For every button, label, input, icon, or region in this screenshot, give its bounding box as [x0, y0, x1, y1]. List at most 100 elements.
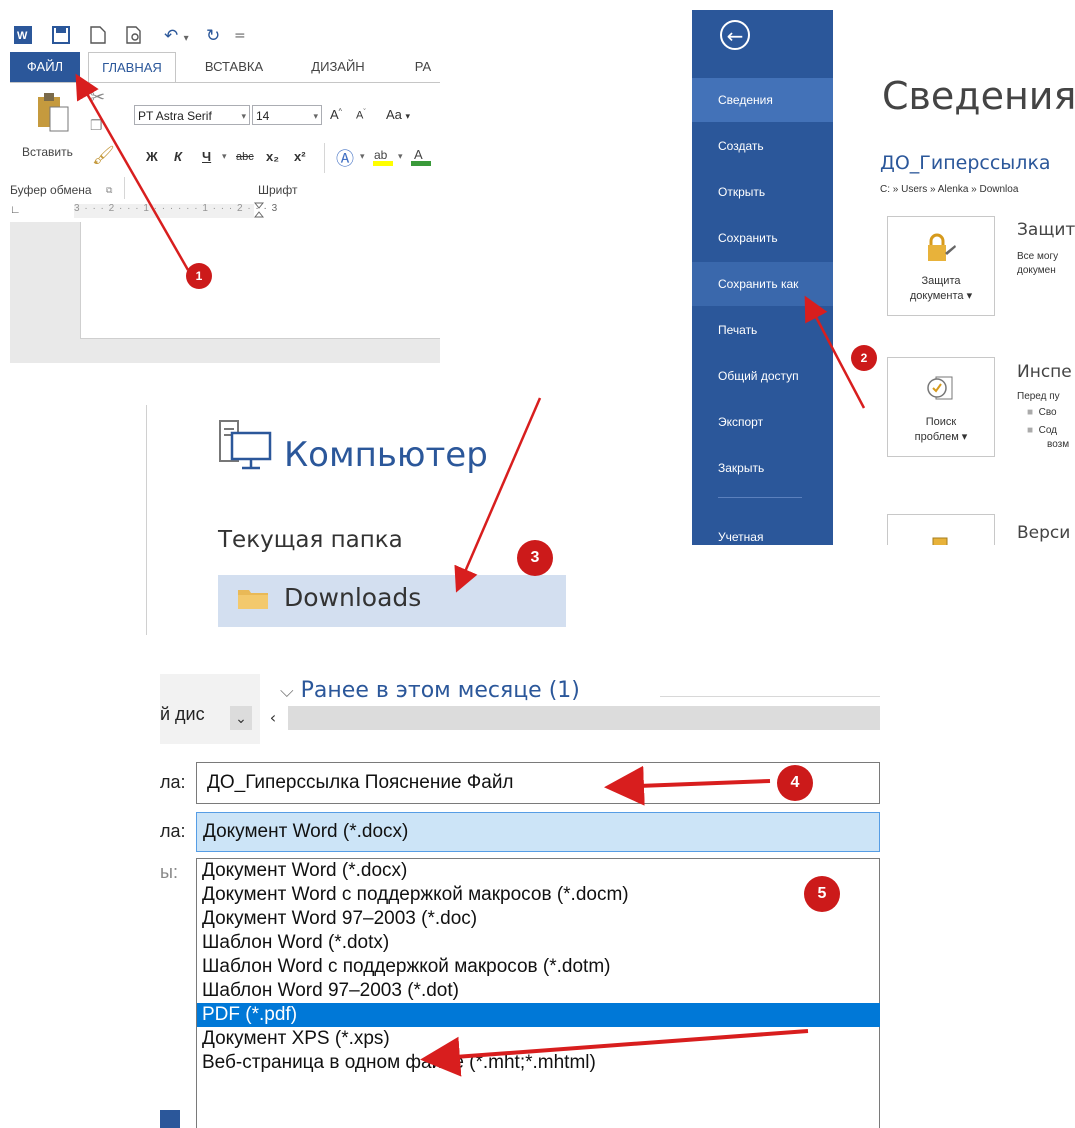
- highlight-dropdown-icon[interactable]: ▾: [398, 151, 403, 162]
- grow-font-icon[interactable]: A^: [330, 107, 342, 122]
- sidebar-item-export[interactable]: Экспорт: [692, 400, 833, 444]
- italic-button[interactable]: К: [174, 149, 182, 164]
- cut-icon[interactable]: ✂: [90, 87, 105, 108]
- sidebar-item-info[interactable]: Сведения: [692, 78, 833, 122]
- computer-icon: [218, 417, 274, 473]
- shrink-font-icon[interactable]: Aˇ: [356, 109, 366, 122]
- sidebar-item-save-as[interactable]: Сохранить как: [692, 262, 833, 306]
- page-title: Сведения: [882, 74, 1075, 118]
- tab-layout[interactable]: РА: [406, 52, 440, 82]
- change-case-button[interactable]: Aa ▾: [386, 107, 410, 122]
- back-arrow-icon[interactable]: ←: [720, 20, 750, 50]
- strikethrough-button[interactable]: abc: [236, 151, 254, 163]
- underline-dropdown-icon[interactable]: ▾: [222, 151, 227, 162]
- document-path[interactable]: C: » Users » Alenka » Downloa: [880, 184, 1018, 195]
- text-effects-dropdown-icon[interactable]: ▾: [360, 151, 365, 162]
- subscript-button[interactable]: x₂: [266, 149, 279, 164]
- font-group-label: Шрифт: [258, 183, 298, 197]
- inspect-bullet-1: ■ Сво: [1027, 407, 1057, 418]
- versions-button[interactable]: [887, 514, 995, 545]
- indent-marker-icon[interactable]: [253, 202, 265, 218]
- check-issues-button[interactable]: Поиск проблем ▾: [887, 357, 995, 457]
- sidebar-item-print[interactable]: Печать: [692, 308, 833, 352]
- tab-home[interactable]: ГЛАВНАЯ: [88, 52, 176, 83]
- document-page[interactable]: [80, 222, 440, 339]
- backstage-panel: ← Сведения Создать Открыть Сохранить Сох…: [692, 10, 1075, 545]
- step-badge-1: 1: [186, 263, 212, 289]
- file-group-header[interactable]: ⌵ Ранее в этом месяце (1): [280, 678, 580, 703]
- font-name-select[interactable]: PT Astra Serif ▾: [134, 105, 250, 125]
- option-dotx[interactable]: Шаблон Word (*.dotx): [197, 931, 880, 955]
- new-document-icon[interactable]: [90, 26, 106, 49]
- superscript-button[interactable]: x²: [294, 149, 306, 164]
- word-logo-icon: W: [14, 26, 32, 49]
- tab-file[interactable]: ФАЙЛ: [10, 52, 80, 82]
- format-painter-icon[interactable]: 🖌: [92, 145, 115, 166]
- sidebar-item-share[interactable]: Общий доступ: [692, 354, 833, 398]
- panel-divider: [146, 405, 147, 635]
- sidebar-item-account[interactable]: Учетная: [692, 515, 833, 545]
- horizontal-scrollbar[interactable]: [288, 706, 880, 730]
- document-name: ДО_Гиперссылка: [880, 152, 1051, 174]
- sidebar-item-save[interactable]: Сохранить: [692, 216, 833, 260]
- redo-icon[interactable]: ↻: [206, 26, 220, 46]
- inspect-document-icon: [888, 374, 994, 411]
- lock-icon: [888, 233, 994, 270]
- tab-design[interactable]: ДИЗАЙН: [300, 52, 376, 82]
- quick-access-toolbar: W ↶ ▾ ↻ =: [10, 22, 440, 50]
- sidebar-item-open[interactable]: Открыть: [692, 170, 833, 214]
- underline-button[interactable]: Ч: [202, 149, 211, 164]
- protect-document-button[interactable]: Защита документа ▾: [887, 216, 995, 316]
- tab-selector-icon[interactable]: ∟: [10, 204, 22, 216]
- protect-text-1: Все могу: [1017, 251, 1059, 262]
- text-effects-icon[interactable]: Ⓐ: [336, 145, 354, 171]
- step-badge-3: 3: [517, 540, 553, 576]
- ribbon-tabs: ФАЙЛ ГЛАВНАЯ ВСТАВКА ДИЗАЙН РА: [10, 52, 440, 83]
- chevron-down-icon[interactable]: ⌄: [230, 706, 252, 730]
- font-color-icon[interactable]: A: [410, 145, 432, 167]
- option-doc[interactable]: Документ Word 97–2003 (*.doc): [197, 907, 880, 931]
- protect-text-2: докумен: [1017, 265, 1056, 276]
- option-mht[interactable]: Веб-страница в одном файле (*.mht;*.mhtm…: [197, 1051, 880, 1075]
- inspect-bullet-2-cont: возм: [1047, 439, 1070, 450]
- file-group-label: Ранее в этом месяце (1): [300, 678, 580, 703]
- folder-item-downloads[interactable]: Downloads: [218, 575, 566, 627]
- option-xps[interactable]: Документ XPS (*.xps): [197, 1027, 880, 1051]
- word-ribbon-panel: W ↶ ▾ ↻ = ФАЙЛ ГЛАВНАЯ ВСТАВКА ДИЗАЙН РА…: [10, 18, 440, 363]
- highlight-icon[interactable]: ab: [372, 145, 394, 167]
- font-size-select[interactable]: 14 ▾: [252, 105, 322, 125]
- undo-icon[interactable]: ↶ ▾: [164, 26, 189, 49]
- svg-text:ab: ab: [374, 148, 388, 162]
- nav-item-local-disk[interactable]: й дис: [160, 704, 205, 725]
- ruler: ∟ 3 · · · 2 · · · 1 · · · · · · 1 · · · …: [10, 200, 440, 223]
- save-icon[interactable]: [52, 26, 70, 49]
- option-dot[interactable]: Шаблон Word 97–2003 (*.dot): [197, 979, 880, 1003]
- inspect-heading: Инспе: [1017, 362, 1072, 382]
- step-badge-4: 4: [777, 765, 813, 801]
- file-type-label: ла:: [160, 821, 186, 841]
- sidebar-item-close[interactable]: Закрыть: [692, 446, 833, 490]
- ribbon-divider: [324, 143, 325, 173]
- option-pdf[interactable]: PDF (*.pdf): [197, 1003, 880, 1027]
- change-case-label: Aa: [386, 107, 402, 122]
- option-docx[interactable]: Документ Word (*.docx): [197, 859, 880, 883]
- authors-label: ы:: [160, 862, 178, 882]
- bold-button[interactable]: Ж: [146, 149, 158, 164]
- paste-button[interactable]: Вставить: [22, 145, 73, 159]
- copy-icon[interactable]: ❐: [90, 117, 103, 134]
- tab-insert[interactable]: ВСТАВКА: [194, 52, 274, 82]
- sidebar-item-new[interactable]: Создать: [692, 124, 833, 168]
- step-badge-5: 5: [804, 876, 840, 912]
- clipboard-launcher-icon[interactable]: ⧉: [106, 185, 112, 196]
- scroll-left-icon[interactable]: ‹: [260, 706, 286, 730]
- customize-toolbar-icon[interactable]: =: [234, 26, 246, 46]
- paste-icon[interactable]: [36, 93, 70, 133]
- file-type-select[interactable]: Документ Word (*.docx): [196, 812, 880, 852]
- option-dotm[interactable]: Шаблон Word с поддержкой макросов (*.dot…: [197, 955, 880, 979]
- inspect-bullet-2-text: Сод: [1038, 425, 1058, 436]
- ribbon-home: Вставить ✂ ❐ 🖌 PT Astra Serif ▾ 14 ▾ A^ Aˇ…: [10, 82, 440, 202]
- inspect-label-line1: Поиск: [925, 416, 957, 428]
- option-docm[interactable]: Документ Word с поддержкой макросов (*.d…: [197, 883, 880, 907]
- print-preview-icon[interactable]: [126, 26, 144, 49]
- nav-pane-edge: [160, 1110, 180, 1128]
